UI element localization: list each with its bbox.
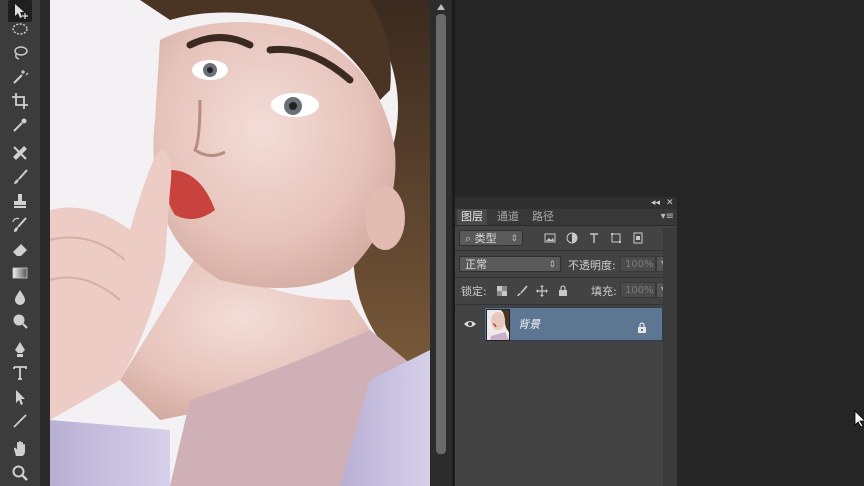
lock-icon [559,285,567,296]
magic-wand-tool-button[interactable] [8,66,32,88]
eyedropper-icon [13,118,27,132]
tab-channels[interactable]: 通道 [493,209,523,225]
mouse-cursor [854,410,864,432]
collapse-panel-icon[interactable]: ◂◂ [651,197,660,209]
layer-thumbnail [486,309,510,341]
crop-tool-button[interactable] [8,90,32,112]
ellipse-marquee-icon [12,23,28,35]
path-selection-tool-button[interactable] [8,386,32,408]
lock-all-button[interactable] [556,284,570,298]
lasso-icon [14,46,28,60]
fill-label: 填充: [591,285,617,298]
opacity-input[interactable]: 100% [620,256,656,272]
brush-tool-button[interactable] [8,166,32,188]
separator [455,250,677,251]
lock-transparent-pixels-button[interactable] [495,284,509,298]
eraser-tool-button[interactable] [8,238,32,260]
magic-wand-icon [13,70,29,84]
history-brush-tool-button[interactable] [8,214,32,236]
shape-icon [611,233,621,243]
eraser-icon [13,244,27,256]
lock-icon [638,322,646,333]
smart-object-icon [633,232,643,244]
dodge-icon [13,314,28,329]
path-select-icon [16,390,25,405]
filter-type-button[interactable] [587,231,601,245]
crop-icon [12,93,28,109]
portrait-photo [50,0,430,486]
layer-name[interactable]: 背景 [518,316,540,332]
pen-icon [15,342,25,357]
pen-tool-button[interactable] [8,338,32,360]
type-tool-button[interactable] [8,362,32,384]
scroll-up-arrow-icon[interactable] [437,4,445,10]
canvas-gutter [40,0,50,486]
layer-lock-indicator [637,318,647,337]
tools-panel [0,0,40,486]
opacity-label: 不透明度: [568,259,616,272]
tab-paths[interactable]: 路径 [528,209,558,225]
filter-adjustment-button[interactable] [565,231,579,245]
layers-scroll-track[interactable] [663,228,677,486]
scrollbar-thumb[interactable] [436,14,446,454]
eyedropper-tool-button[interactable] [8,114,32,136]
elliptical-marquee-tool-button[interactable] [8,18,32,40]
separator [455,277,677,278]
tab-layers[interactable]: 图层 [457,209,487,225]
layer-filter-select[interactable]: ⌕ 类型 ⇕ [459,230,523,246]
separator [455,304,677,305]
canvas-vertical-scrollbar[interactable] [430,0,452,486]
blend-mode-value: 正常 [465,258,487,271]
blur-tool-button[interactable] [8,286,32,308]
panel-header-bar[interactable]: ◂◂ ✕ [455,197,677,209]
eye-icon [464,321,476,327]
layer-row[interactable]: 背景 [455,306,677,342]
healing-icon [13,146,27,160]
filter-pixel-button[interactable] [543,231,557,245]
adjustment-icon [566,232,578,244]
arrow-cursor-icon [854,410,864,428]
line-icon [13,414,27,428]
lock-label: 锁定: [461,285,487,298]
brush-lock-icon [517,285,528,296]
gradient-icon [12,267,28,279]
filter-smart-object-button[interactable] [631,231,645,245]
filter-shape-button[interactable] [609,231,623,245]
stamp-icon [14,194,26,208]
clone-stamp-tool-button[interactable] [8,190,32,212]
panel-menu-icon[interactable]: ▾≡ [661,211,674,222]
panel-tabs: 图层 通道 路径 ▾≡ [455,209,677,226]
lock-position-button[interactable] [535,284,549,298]
search-icon: ⌕ [465,232,472,245]
gradient-tool-button[interactable] [8,262,32,284]
blur-icon [15,290,25,305]
layer-visibility-toggle[interactable] [461,316,479,332]
lasso-tool-button[interactable] [8,42,32,64]
dodge-tool-button[interactable] [8,310,32,332]
line-tool-button[interactable] [8,410,32,432]
layer-thumbnail-image [487,310,509,340]
hand-tool-button[interactable] [8,438,32,460]
type-filter-icon [590,233,598,243]
fill-input[interactable]: 100% [620,282,656,298]
type-icon [13,366,27,380]
close-panel-icon[interactable]: ✕ [666,197,674,209]
healing-brush-tool-button[interactable] [8,142,32,164]
zoom-icon [12,465,28,481]
chevron-updown-icon: ⇕ [510,234,518,244]
blend-mode-select[interactable]: 正常 ⇕ [459,256,561,272]
hand-icon [14,441,25,456]
filter-kind-label: 类型 [474,232,497,245]
history-brush-icon [12,217,27,232]
zoom-tool-button[interactable] [8,462,32,484]
document-canvas[interactable] [50,0,430,486]
move-lock-icon [536,285,548,297]
image-icon [544,233,556,243]
checker-icon [497,286,507,296]
chevron-updown-icon: ⇕ [548,260,556,270]
layers-panel: ◂◂ ✕ 图层 通道 路径 ▾≡ ⌕ 类型 ⇕ 正常 ⇕ 不透明度: 100% … [455,197,677,486]
brush-icon [14,169,28,184]
lock-image-pixels-button[interactable] [515,284,529,298]
